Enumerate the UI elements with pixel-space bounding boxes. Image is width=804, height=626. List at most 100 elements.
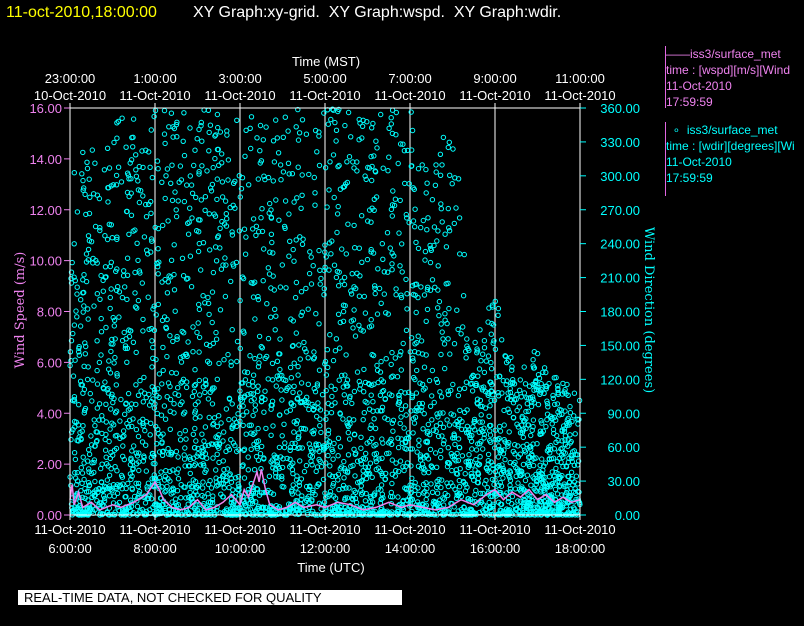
- wdir-point: [434, 490, 441, 496]
- wdir-point: [242, 369, 248, 375]
- wdir-point: [199, 431, 205, 437]
- wdir-point: [524, 472, 531, 478]
- wdir-point: [137, 377, 143, 384]
- wdir-point: [345, 429, 351, 436]
- wdir-point: [185, 231, 192, 237]
- wdir-point: [392, 355, 398, 361]
- wdir-point: [421, 364, 428, 370]
- wdir-point: [147, 164, 153, 171]
- wdir-point: [286, 253, 292, 259]
- wdir-point: [216, 162, 222, 169]
- wdir-point: [447, 172, 453, 179]
- wdir-point: [441, 341, 448, 347]
- wdir-point: [514, 391, 520, 398]
- wdir-point: [303, 462, 310, 469]
- wdir-point: [472, 339, 478, 346]
- wdir-point: [463, 355, 469, 361]
- x-top-tick-date: 11-Oct-2010: [544, 88, 615, 103]
- wdir-point: [299, 192, 305, 199]
- wdir-point: [486, 413, 492, 419]
- wdir-point: [370, 120, 376, 127]
- wdir-point: [187, 125, 193, 131]
- wdir-point: [202, 424, 209, 430]
- wdir-point: [446, 225, 452, 231]
- wdir-point: [293, 237, 299, 243]
- wdir-point: [369, 474, 375, 480]
- y-left-tick-label: 14.00: [29, 152, 62, 167]
- wdir-point: [446, 139, 452, 146]
- wdir-point: [327, 159, 333, 165]
- wdir-point: [451, 341, 458, 347]
- wdir-point: [461, 385, 468, 391]
- wdir-point: [122, 411, 128, 417]
- wdir-point: [328, 251, 334, 257]
- wdir-point: [196, 301, 202, 308]
- wdir-point: [522, 477, 529, 484]
- wdir-point: [83, 278, 90, 285]
- wdir-point: [473, 447, 480, 453]
- wdir-point: [244, 409, 250, 415]
- wdir-point: [396, 468, 402, 475]
- wdir-point: [541, 365, 548, 371]
- wdir-point: [141, 390, 148, 396]
- wdir-point: [389, 261, 395, 267]
- wdir-point: [177, 437, 184, 443]
- wdir-point: [393, 286, 399, 292]
- wdir-point: [249, 379, 256, 385]
- wdir-point: [79, 470, 86, 476]
- wdir-point: [171, 287, 178, 293]
- wdir-point: [108, 286, 114, 292]
- wdir-point: [299, 172, 305, 178]
- header-titles: XY Graph:xy-grid. XY Graph:wspd. XY Grap…: [193, 4, 561, 21]
- wdir-point: [252, 402, 259, 408]
- wdir-point: [317, 281, 323, 287]
- wdir-point: [538, 381, 544, 387]
- wdir-point: [528, 403, 535, 410]
- wdir-point: [276, 444, 283, 451]
- wdir-point: [554, 491, 561, 497]
- wdir-point: [192, 415, 199, 421]
- wdir-point: [458, 331, 464, 337]
- wdir-point: [217, 225, 223, 232]
- x-bottom-tick-date: 11-Oct-2010: [289, 522, 360, 537]
- wdir-point: [349, 400, 355, 407]
- wdir-point: [455, 392, 462, 399]
- wdir-point: [224, 216, 230, 222]
- y-left-tick-label: 2.00: [37, 457, 62, 472]
- wdir-point: [114, 135, 120, 141]
- wdir-point: [446, 422, 453, 428]
- wdir-point: [85, 233, 92, 239]
- wdir-point: [253, 223, 260, 230]
- wdir-point: [447, 351, 453, 357]
- wdir-point: [413, 309, 419, 316]
- wdir-point: [213, 467, 219, 473]
- wdir-point: [87, 194, 93, 201]
- wdir-point: [520, 443, 526, 449]
- x-bottom-tick-time: 14:00:00: [385, 541, 436, 556]
- wdir-point: [324, 347, 331, 353]
- wdir-point: [402, 403, 409, 409]
- wdir-point: [210, 340, 217, 347]
- wdir-point: [495, 312, 501, 318]
- wdir-point: [343, 251, 349, 257]
- wdir-point: [223, 211, 230, 217]
- wdir-point: [307, 249, 313, 255]
- wdir-point: [79, 171, 85, 177]
- wdir-point: [264, 301, 270, 307]
- wdir-point: [217, 129, 224, 135]
- wdir-point: [196, 240, 203, 247]
- wdir-point: [158, 469, 164, 475]
- wdir-point: [135, 178, 141, 184]
- wdir-point: [346, 154, 353, 160]
- wdir-point: [280, 134, 286, 141]
- wdir-point: [198, 267, 204, 273]
- wdir-point: [316, 441, 322, 448]
- x-top-axis-label: Time (MST): [292, 54, 360, 69]
- wdir-point: [171, 410, 177, 416]
- wdir-point: [268, 432, 274, 438]
- wdir-point: [321, 292, 327, 298]
- wdir-point: [500, 475, 506, 481]
- wdir-point: [174, 488, 181, 494]
- wdir-point: [335, 311, 342, 317]
- wdir-point: [315, 400, 321, 406]
